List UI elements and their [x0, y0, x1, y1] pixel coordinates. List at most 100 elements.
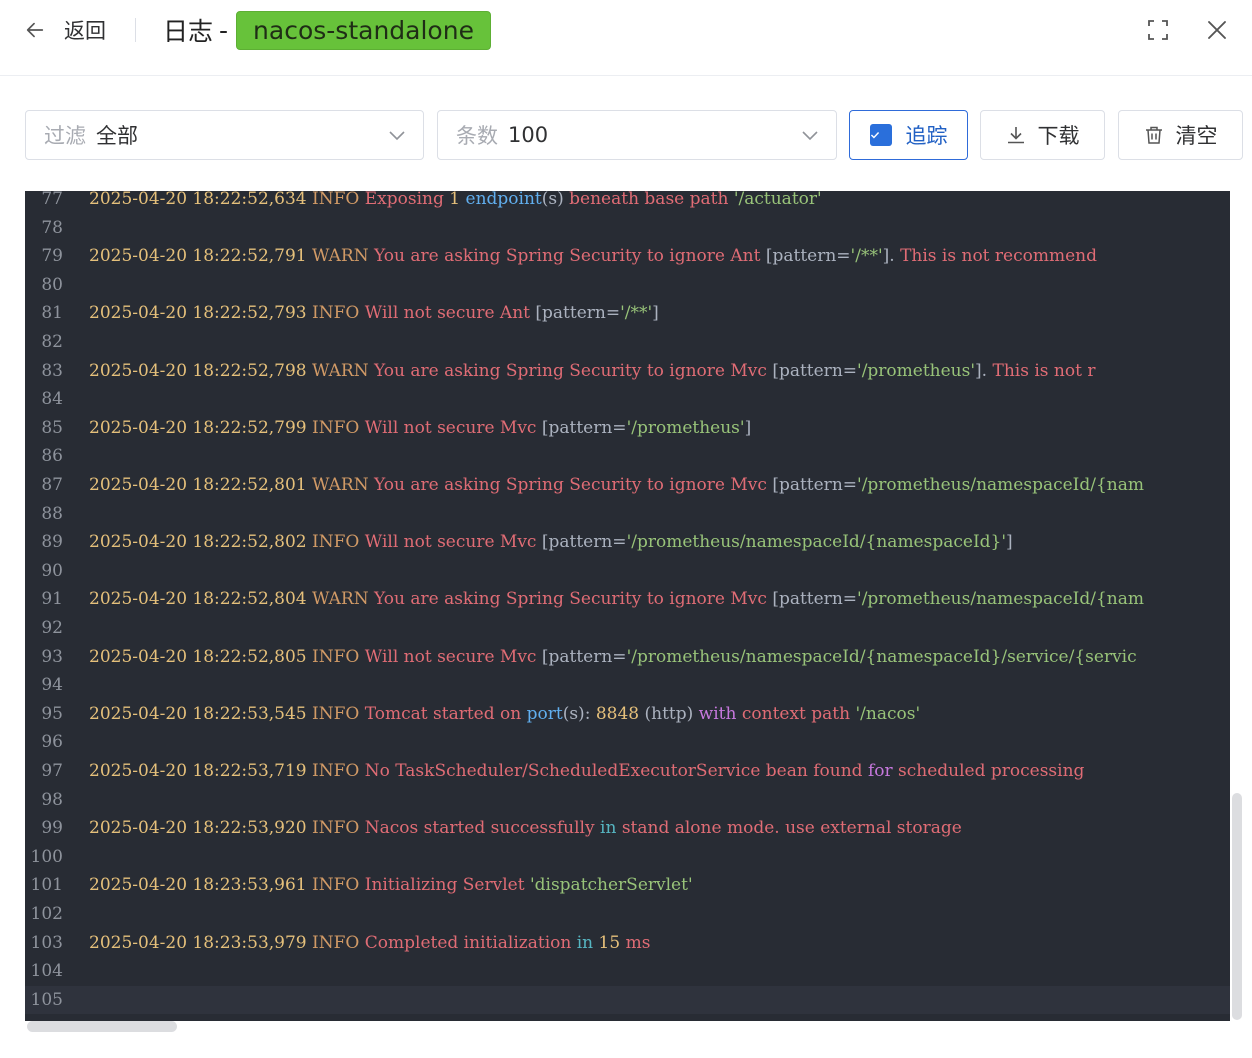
log-token: ms	[625, 932, 651, 953]
filter-select[interactable]: 过滤 全部	[25, 110, 424, 160]
log-line: 88	[25, 500, 1230, 529]
log-token: 2025-04-20 18:22:52,799	[89, 417, 313, 438]
log-text: 2025-04-20 18:22:52,798 WARN You are ask…	[89, 357, 1095, 386]
log-token: 2025-04-20 18:23:53,961	[89, 875, 313, 896]
download-button[interactable]: 下载	[980, 110, 1105, 160]
fullscreen-button[interactable]	[1144, 16, 1172, 44]
log-token: INFO	[312, 303, 365, 324]
title-dash: -	[219, 15, 229, 45]
log-token: ].	[975, 360, 993, 381]
log-token: INFO	[312, 818, 365, 839]
log-token: [pattern=	[765, 246, 851, 267]
log-token: '/prometheus/namespaceId/{namespaceId}'	[626, 532, 1007, 553]
line-number: 81	[41, 303, 63, 324]
line-number: 85	[41, 417, 63, 438]
log-line: 105	[25, 985, 1230, 1015]
log-line: 85 2025-04-20 18:22:52,799 INFO Will not …	[25, 414, 1230, 443]
log-line: 103 2025-04-20 18:23:53,979 INFO Complete…	[25, 929, 1230, 958]
back-button[interactable]: 返回	[24, 14, 106, 46]
line-number: 96	[41, 732, 63, 753]
log-token: '/prometheus/namespaceId/{namespaceId}/s…	[626, 646, 1137, 667]
log-token: 2025-04-20 18:22:52,791	[89, 246, 313, 267]
log-token: INFO	[312, 761, 365, 781]
close-icon	[1208, 21, 1226, 39]
log-token: '/prometheus'	[857, 360, 976, 381]
log-token: INFO	[312, 532, 365, 553]
log-token: Will not secure Mvc	[364, 532, 542, 553]
log-token: in	[576, 932, 599, 953]
line-number: 78	[41, 217, 63, 238]
log-token: INFO	[312, 875, 365, 896]
log-token: (s)	[541, 191, 570, 209]
vertical-scrollbar-thumb[interactable]	[1232, 793, 1242, 1020]
log-token: 2025-04-20 18:22:52,804	[89, 589, 313, 610]
fullscreen-icon	[1148, 20, 1168, 40]
log-token: '/actuator'	[733, 191, 822, 209]
log-token: You are asking Spring Security to ignore…	[374, 475, 773, 495]
header-divider	[135, 18, 136, 42]
line-number: 88	[41, 503, 63, 524]
line-number: 100	[30, 846, 63, 867]
log-token: [pattern=	[541, 532, 627, 553]
line-number: 101	[30, 875, 63, 896]
log-token: Tomcat started on	[364, 703, 527, 724]
download-label: 下载	[1037, 124, 1080, 148]
log-token: You are asking Spring Security to ignore…	[374, 360, 773, 381]
log-viewer[interactable]: 77 2025-04-20 18:22:52,634 INFO Exposing …	[25, 191, 1230, 1021]
log-token: [pattern=	[772, 475, 858, 495]
log-token: 2025-04-20 18:22:52,634	[89, 191, 313, 209]
log-text: 2025-04-20 18:23:53,961 INFO Initializin…	[89, 871, 693, 900]
log-token: Exposing	[364, 191, 450, 209]
log-token: You are asking Spring Security to ignore…	[374, 246, 766, 267]
line-number: 89	[41, 532, 63, 553]
log-token: This is not recommend	[900, 246, 1097, 267]
line-number: 79	[41, 246, 63, 267]
log-token: scheduled processing	[898, 761, 1085, 781]
log-line: 82	[25, 328, 1230, 357]
log-token: No TaskScheduler/ScheduledExecutorServic…	[364, 761, 868, 781]
download-icon	[1007, 127, 1024, 144]
log-token: WARN	[312, 360, 375, 381]
app-name-tag: nacos-standalone	[236, 10, 491, 50]
horizontal-scrollbar-thumb[interactable]	[27, 1021, 177, 1032]
log-text: 2025-04-20 18:22:52,634 INFO Exposing 1 …	[89, 191, 822, 214]
log-token: Completed initialization	[364, 932, 577, 953]
log-token: INFO	[312, 932, 365, 953]
log-line: 80	[25, 271, 1230, 300]
log-token: 2025-04-20 18:22:52,801	[89, 475, 313, 495]
log-token: (s):	[562, 703, 596, 724]
close-button[interactable]	[1203, 16, 1231, 44]
count-prefix: 条数	[456, 124, 498, 148]
log-line: 91 2025-04-20 18:22:52,804 WARN You are a…	[25, 585, 1230, 614]
count-select[interactable]: 条数 100	[437, 110, 837, 160]
clear-button[interactable]: 清空	[1118, 110, 1243, 160]
line-number: 77	[41, 191, 63, 209]
line-number: 93	[41, 646, 63, 667]
line-number: 83	[41, 360, 63, 381]
log-token: Will not secure Mvc	[364, 417, 542, 438]
line-number: 99	[41, 818, 63, 839]
count-value: 100	[508, 123, 549, 147]
line-number: 90	[41, 560, 63, 581]
log-token: Nacos started successfully	[364, 818, 601, 839]
log-token: INFO	[312, 191, 365, 209]
log-token: 2025-04-20 18:22:53,920	[89, 818, 313, 839]
log-line: 94	[25, 671, 1230, 700]
log-text: 2025-04-20 18:22:52,802 INFO Will not se…	[89, 528, 1013, 557]
drawer-header: 返回 日志 - nacos-standalone	[0, 0, 1252, 76]
log-line: 99 2025-04-20 18:22:53,920 INFO Nacos sta…	[25, 814, 1230, 843]
log-token: Initializing Servlet	[364, 875, 530, 896]
log-line: 104	[25, 957, 1230, 986]
log-token: INFO	[312, 417, 365, 438]
back-label: 返回	[64, 19, 106, 43]
line-number: 102	[30, 904, 63, 924]
log-line: 101 2025-04-20 18:23:53,961 INFO Initiali…	[25, 871, 1230, 900]
log-toolbar: 过滤 全部 条数 100 追踪 下载 清空	[0, 110, 1252, 160]
log-token: stand alone mode. use external storage	[621, 818, 962, 839]
track-toggle-button[interactable]: 追踪	[849, 110, 968, 160]
line-number: 94	[41, 675, 63, 696]
chevron-down-icon	[802, 131, 818, 141]
log-token: 1	[449, 191, 466, 209]
log-token: ]	[744, 417, 752, 438]
trash-icon	[1145, 126, 1162, 144]
